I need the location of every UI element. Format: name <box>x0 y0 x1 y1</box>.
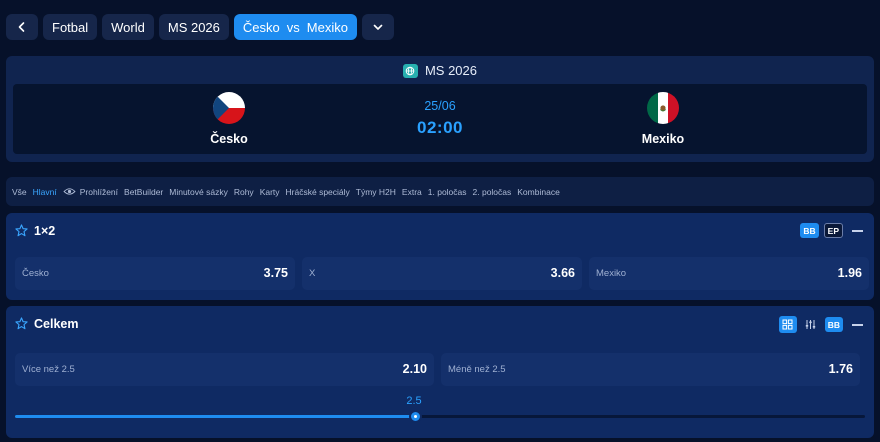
odds-button-under[interactable]: Méně než 2.5 1.76 <box>441 353 860 386</box>
breadcrumb-event[interactable]: Česko vs Mexiko <box>233 14 357 40</box>
chevron-left-icon <box>18 22 25 32</box>
market-1x2-title: 1×2 <box>34 224 56 238</box>
chevron-down-icon <box>373 24 383 30</box>
odds-button-draw[interactable]: X 3.66 <box>302 257 582 290</box>
selection-label: X <box>309 268 316 279</box>
tab-karty[interactable]: Karty <box>257 187 283 197</box>
breadcrumb-event-vs: vs <box>286 19 300 35</box>
market-1x2-tools: BB EP <box>800 223 863 238</box>
breadcrumb-event-home: Česko <box>242 19 280 35</box>
ep-badge[interactable]: EP <box>823 223 843 238</box>
market-1x2: 1×2 BB EP Česko 3.75 X 3.66 Mexiko 1.96 <box>6 213 874 300</box>
czech-flag-icon <box>213 92 245 124</box>
odds-button-home[interactable]: Česko 3.75 <box>15 257 295 290</box>
tab-vse[interactable]: Vše <box>9 187 30 197</box>
market-1x2-selections: Česko 3.75 X 3.66 Mexiko 1.96 <box>15 257 869 290</box>
sliders-icon[interactable] <box>802 316 820 333</box>
selection-odds: 1.96 <box>837 266 862 280</box>
market-1x2-header[interactable]: 1×2 BB EP <box>6 213 874 247</box>
breadcrumb-event-away: Mexiko <box>306 19 348 35</box>
kickoff: 25/06 02:00 <box>390 99 490 138</box>
kickoff-date: 25/06 <box>424 99 456 113</box>
collapse-icon[interactable] <box>852 229 863 232</box>
odds-button-away[interactable]: Mexiko 1.96 <box>589 257 869 290</box>
competition-header: MS 2026 <box>6 63 874 78</box>
line-value: 2.5 <box>406 395 422 407</box>
market-total: Celkem BB Více než 2.5 2.10 Méně než 2.5… <box>6 306 874 438</box>
tab-minutove-sazky[interactable]: Minutové sázky <box>166 187 231 197</box>
selection-label: Mexiko <box>596 268 627 279</box>
tab-prohlizeni[interactable]: Prohlížení <box>60 187 121 197</box>
selection-label: Česko <box>22 268 49 279</box>
selection-odds: 3.75 <box>263 266 288 280</box>
star-icon[interactable] <box>15 224 28 237</box>
away-team: Mexiko <box>613 92 713 146</box>
collapse-icon[interactable] <box>852 323 863 326</box>
kickoff-time: 02:00 <box>417 118 463 137</box>
selection-odds: 2.10 <box>402 362 427 376</box>
mexico-flag-icon <box>647 92 679 124</box>
tab-1-polocas[interactable]: 1. poločas <box>425 187 470 197</box>
tab-betbuilder[interactable]: BetBuilder <box>121 187 166 197</box>
more-events-button[interactable] <box>361 14 394 40</box>
selection-odds: 3.66 <box>550 266 575 280</box>
away-team-name: Mexiko <box>641 132 685 146</box>
selection-label: Více než 2.5 <box>22 364 75 375</box>
bb-badge[interactable]: BB <box>824 317 843 332</box>
market-total-title: Celkem <box>34 317 79 331</box>
back-button[interactable] <box>6 14 38 40</box>
globe-icon <box>402 63 418 78</box>
scoreboard[interactable]: Česko 25/06 02:00 Mexiko <box>13 84 867 154</box>
market-total-tools: BB <box>778 316 863 333</box>
tab-kombinace[interactable]: Kombinace <box>514 187 563 197</box>
bb-badge[interactable]: BB <box>800 223 819 238</box>
line-slider-fill <box>15 415 415 418</box>
breadcrumb-region[interactable]: World <box>102 14 154 40</box>
tab-tymy-h2h[interactable]: Týmy H2H <box>353 187 399 197</box>
odds-button-over[interactable]: Více než 2.5 2.10 <box>15 353 434 386</box>
eye-icon <box>63 188 76 195</box>
selection-odds: 1.76 <box>828 362 853 376</box>
match-header: MS 2026 Česko 25/06 02:00 Mexiko <box>6 56 874 162</box>
market-tabs: Vše Hlavní Prohlížení BetBuilder Minutov… <box>6 177 874 206</box>
breadcrumb-sport[interactable]: Fotbal <box>43 14 98 40</box>
breadcrumb: Fotbal World MS 2026 Česko vs Mexiko <box>6 14 394 40</box>
line-slider[interactable] <box>15 410 865 423</box>
star-icon[interactable] <box>15 317 28 330</box>
home-team-name: Česko <box>210 132 248 146</box>
market-total-selections: Více než 2.5 2.10 Méně než 2.5 1.76 <box>15 353 860 386</box>
line-slider-thumb[interactable] <box>408 410 422 423</box>
tab-extra[interactable]: Extra <box>399 187 425 197</box>
market-total-header[interactable]: Celkem BB <box>6 306 874 340</box>
competition-name: MS 2026 <box>424 63 478 78</box>
breadcrumb-competition[interactable]: MS 2026 <box>158 14 229 40</box>
tab-hlavni[interactable]: Hlavní <box>30 187 60 197</box>
grid-view-icon[interactable] <box>778 316 797 333</box>
tab-hracske-specialy[interactable]: Hráčské speciály <box>283 187 353 197</box>
tab-2-polocas[interactable]: 2. poločas <box>470 187 515 197</box>
tab-rohy[interactable]: Rohy <box>231 187 257 197</box>
home-team: Česko <box>179 92 279 146</box>
selection-label: Méně než 2.5 <box>448 364 506 375</box>
tab-prohlizeni-label: Prohlížení <box>79 186 119 197</box>
